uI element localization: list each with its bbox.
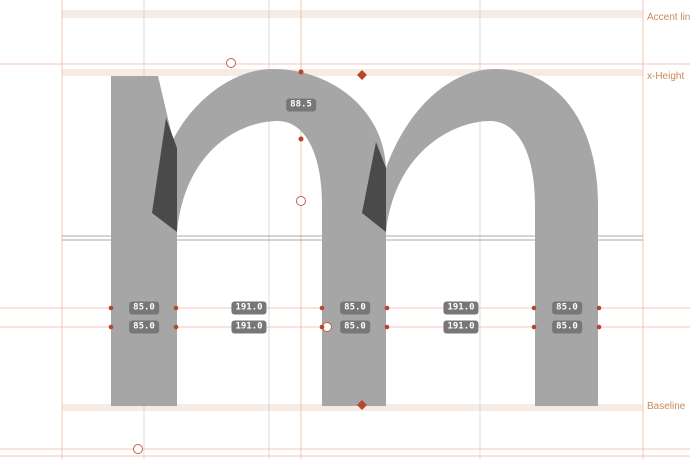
node-point[interactable] <box>298 69 304 75</box>
measure-badge-stem: 85.0 <box>340 320 370 334</box>
node-point[interactable] <box>319 324 325 330</box>
baseline-label: Baseline <box>647 401 686 412</box>
handle-point[interactable] <box>226 58 236 68</box>
node-point[interactable] <box>384 324 390 330</box>
glyph-m[interactable] <box>111 69 598 406</box>
accent-line-label: Accent line <box>647 12 690 23</box>
glyph-edit-canvas[interactable] <box>0 0 690 459</box>
measure-badge-counter: 191.0 <box>231 301 267 315</box>
node-point[interactable] <box>173 305 179 311</box>
glyph-m-outline[interactable] <box>111 69 598 406</box>
node-point[interactable] <box>173 324 179 330</box>
measure-badge-stem: 85.0 <box>129 320 159 334</box>
node-point[interactable] <box>531 324 537 330</box>
node-point[interactable] <box>596 305 602 311</box>
measure-badge-stem: 85.0 <box>129 301 159 315</box>
node-point[interactable] <box>108 305 114 311</box>
node-point[interactable] <box>384 305 390 311</box>
measure-badge-stem: 85.0 <box>340 301 370 315</box>
x-height-label: x-Height <box>647 71 685 82</box>
handle-point[interactable] <box>296 196 306 206</box>
accent-line-band <box>62 10 643 18</box>
stem-guides <box>143 0 481 459</box>
node-point[interactable] <box>298 136 304 142</box>
measure-badge-counter: 191.0 <box>443 320 479 334</box>
x-height-band <box>62 69 643 76</box>
measure-badge-curve: 88.5 <box>286 98 316 112</box>
node-point[interactable] <box>319 305 325 311</box>
node-point[interactable] <box>531 305 537 311</box>
handle-point[interactable] <box>133 444 143 454</box>
node-point[interactable] <box>108 324 114 330</box>
measure-badge-counter: 191.0 <box>443 301 479 315</box>
measure-badge-stem: 85.0 <box>552 301 582 315</box>
measure-badge-stem: 85.0 <box>552 320 582 334</box>
node-point[interactable] <box>596 324 602 330</box>
measure-badge-counter: 191.0 <box>231 320 267 334</box>
